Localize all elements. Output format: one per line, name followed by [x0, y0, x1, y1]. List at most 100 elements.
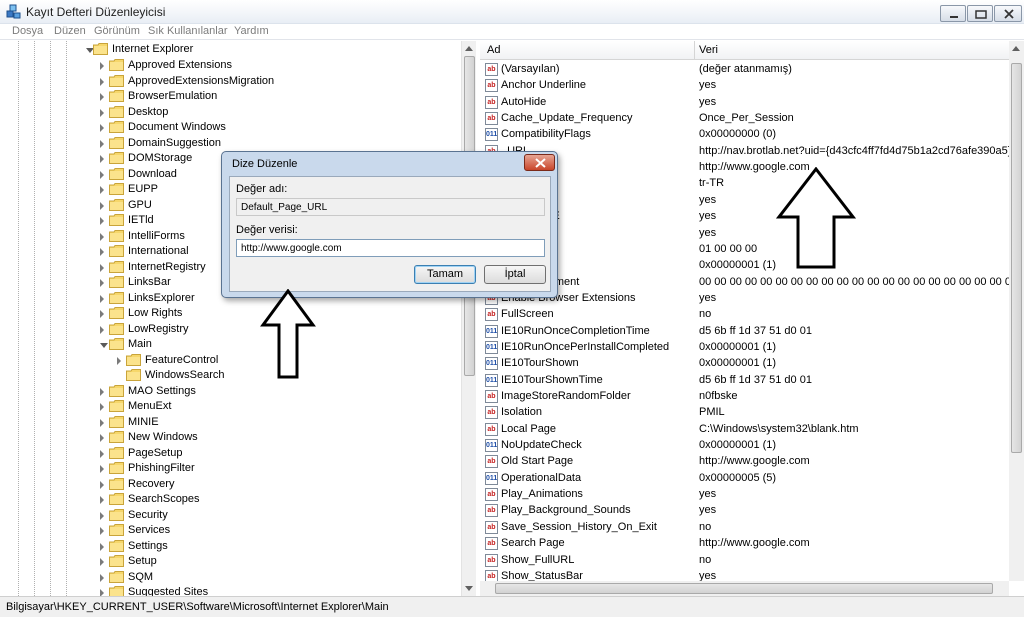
value-row[interactable]: ab Search Page http://www.google.com	[480, 536, 1008, 552]
tree-item[interactable]: Desktop	[0, 105, 460, 121]
minimize-button[interactable]	[940, 5, 966, 22]
tree-item[interactable]: ApprovedExtensionsMigration	[0, 74, 460, 90]
value-row[interactable]: abh_URLhttp://www.google.com	[480, 160, 1008, 176]
tree-item[interactable]: PageSetup	[0, 446, 460, 462]
tree-item[interactable]: DomainSuggestion	[0, 136, 460, 152]
tree-item-windowssearch[interactable]: WindowsSearch	[0, 368, 460, 384]
scroll-up-icon[interactable]	[465, 46, 473, 51]
value-data-input[interactable]	[236, 239, 545, 257]
expand-arrow-icon[interactable]	[100, 62, 104, 70]
list-horizontal-scrollbar[interactable]	[480, 581, 1009, 596]
close-button[interactable]	[994, 5, 1022, 22]
dialog-close-button[interactable]	[524, 154, 555, 171]
expand-arrow-icon[interactable]	[100, 511, 104, 520]
horizontal-scrollbar-thumb[interactable]	[495, 583, 993, 594]
tree-item[interactable]: Services	[0, 523, 460, 539]
expand-arrow-icon[interactable]	[100, 93, 104, 101]
menu-sik-kullanilanlar[interactable]: Sık Kullanılanlar	[148, 25, 228, 37]
value-row[interactable]: ab Enable Browser Extensions yes	[480, 291, 1008, 307]
tree-item[interactable]: MenuExt	[0, 399, 460, 415]
value-row[interactable]: 01101 00 00 00	[480, 242, 1008, 258]
scrollbar-thumb[interactable]	[1011, 63, 1022, 453]
value-row[interactable]: 011 IE10TourShown 0x00000001 (1)	[480, 356, 1008, 372]
expand-arrow-icon[interactable]	[100, 294, 104, 303]
expand-arrow-icon[interactable]	[100, 449, 104, 458]
column-name-header[interactable]: Ad	[487, 44, 500, 56]
value-row[interactable]: ab (Varsayılan) (değer atanmamış)	[480, 62, 1008, 78]
tree-item[interactable]: BrowserEmulation	[0, 89, 460, 105]
values-list[interactable]: Ad Veri ab (Varsayılan) (değer atanmamış) a…	[480, 41, 1024, 596]
expand-arrow-icon[interactable]	[100, 232, 104, 241]
value-row[interactable]: ab Isolation PMIL	[480, 405, 1008, 421]
tree-item[interactable]: Setup	[0, 554, 460, 570]
value-row[interactable]: abDebuggerIEyes	[480, 209, 1008, 225]
tree-item[interactable]: New Windows	[0, 430, 460, 446]
expand-arrow-icon[interactable]	[100, 573, 104, 582]
value-row[interactable]: abtr-TR	[480, 176, 1008, 192]
expand-arrow-icon[interactable]	[100, 480, 104, 489]
value-row[interactable]: ab Show_FullURL no	[480, 553, 1008, 569]
value-row[interactable]: ab FullScreen no	[480, 307, 1008, 323]
value-row[interactable]: abDebuggeryes	[480, 193, 1008, 209]
expand-arrow-icon[interactable]	[100, 248, 104, 256]
tree-item[interactable]: PhishingFilter	[0, 461, 460, 477]
tree-item-featurecontrol[interactable]: FeatureControl	[0, 353, 460, 369]
expand-arrow-icon[interactable]	[100, 186, 104, 194]
expand-arrow-icon[interactable]	[100, 465, 104, 473]
expand-arrow-icon[interactable]	[100, 170, 104, 179]
menu-gorunum[interactable]: Görünüm	[94, 25, 140, 37]
value-row[interactable]: abImagesyes	[480, 226, 1008, 242]
scroll-up-icon[interactable]	[1012, 46, 1020, 51]
expand-arrow-icon[interactable]	[100, 496, 104, 504]
value-row[interactable]: ab Local Page C:\Windows\system32\blank.ht…	[480, 422, 1008, 438]
tree-item[interactable]: Security	[0, 508, 460, 524]
registry-tree[interactable]: Internet Explorer Approved Extensions Appr…	[0, 41, 476, 596]
value-row[interactable]: ab Anchor Underline yes	[480, 78, 1008, 94]
value-row[interactable]: ab AutoHide yes	[480, 95, 1008, 111]
tree-item[interactable]: Suggested Sites	[0, 585, 460, 596]
value-row[interactable]: 011 NoUpdateCheck 0x00000001 (1)	[480, 438, 1008, 454]
expand-arrow-icon[interactable]	[100, 263, 104, 272]
tree-item[interactable]: Recovery	[0, 477, 460, 493]
value-row[interactable]: ab Cache_Update_Frequency Once_Per_Session	[480, 111, 1008, 127]
expand-arrow-icon[interactable]	[100, 201, 104, 210]
tree-item[interactable]: LowRegistry	[0, 322, 460, 338]
tree-item[interactable]: Low Rights	[0, 306, 460, 322]
value-row[interactable]: 011 CompatibilityFlags 0x00000000 (0)	[480, 127, 1008, 143]
tree-item[interactable]: MINIE	[0, 415, 460, 431]
tree-item[interactable]: Approved Extensions	[0, 58, 460, 74]
expand-arrow-icon[interactable]	[100, 558, 104, 566]
expand-arrow-icon[interactable]	[100, 434, 104, 442]
tree-item[interactable]: Settings	[0, 539, 460, 555]
tree-item-main[interactable]: Main	[0, 337, 460, 353]
expand-arrow-icon[interactable]	[100, 527, 104, 535]
value-row[interactable]: 011 IE10RunOnceCompletionTime d5 6b ff 1d …	[480, 324, 1008, 340]
menu-yardim[interactable]: Yardım	[234, 25, 269, 37]
value-row[interactable]: ab Old Start Page http://www.google.com	[480, 454, 1008, 470]
value-row[interactable]: ab Save_Session_History_On_Exit no	[480, 520, 1008, 536]
expand-arrow-icon[interactable]	[100, 325, 104, 334]
value-row[interactable]: 011 IE10RunOncePerInstallCompleted 0x00000…	[480, 340, 1008, 356]
tree-item[interactable]: SQM	[0, 570, 460, 586]
value-row[interactable]: 0110x00000001 (1)	[480, 258, 1008, 274]
expand-arrow-icon[interactable]	[100, 589, 104, 596]
column-divider[interactable]	[694, 41, 695, 60]
value-row[interactable]: 011 OperationalData 0x00000005 (5)	[480, 471, 1008, 487]
expand-arrow-icon[interactable]	[100, 310, 104, 318]
tree-item[interactable]: Document Windows	[0, 120, 460, 136]
expand-arrow-icon[interactable]	[100, 279, 104, 287]
value-row[interactable]: 011ndowPlacement00 00 00 00 00 00 00 00 …	[480, 275, 1024, 291]
tree-item-internet-explorer[interactable]: Internet Explorer	[0, 42, 460, 58]
value-row[interactable]: 011 IE10TourShownTime d5 6b ff 1d 37 51 d0…	[480, 373, 1008, 389]
scroll-down-icon[interactable]	[465, 586, 473, 591]
value-row[interactable]: ab ImageStoreRandomFolder n0fbske	[480, 389, 1008, 405]
expand-arrow-icon[interactable]	[117, 356, 121, 365]
tree-item[interactable]: MAO Settings	[0, 384, 460, 400]
column-data-header[interactable]: Veri	[699, 44, 718, 56]
value-row[interactable]: ab Play_Animations yes	[480, 487, 1008, 503]
expand-arrow-icon[interactable]	[100, 403, 104, 411]
cancel-button[interactable]: İptal	[484, 265, 546, 284]
expand-arrow-icon[interactable]	[100, 155, 104, 163]
value-row[interactable]: ab Play_Background_Sounds yes	[480, 503, 1008, 519]
list-scrollbar[interactable]	[1009, 41, 1024, 581]
